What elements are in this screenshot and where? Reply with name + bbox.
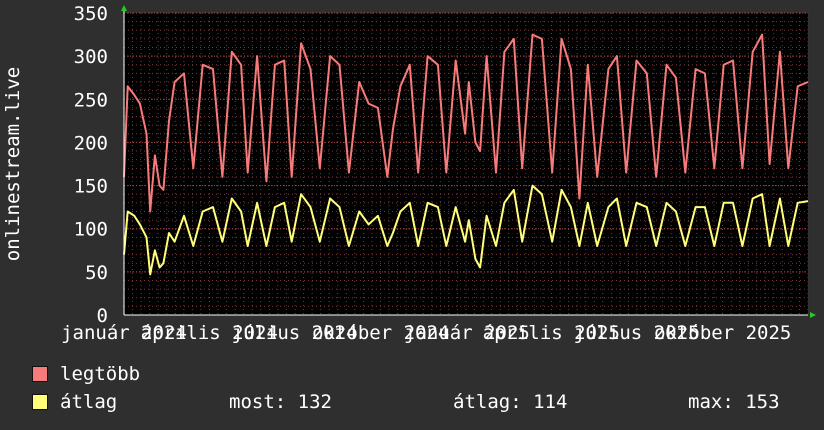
y-tick-label: 200 xyxy=(74,132,108,154)
legend-label-avg: átlag xyxy=(60,391,118,413)
y-tick-label: 150 xyxy=(74,176,108,198)
legend-swatch-max xyxy=(32,366,48,382)
stat-average: átlag: 114 xyxy=(453,391,568,413)
legend-label-max: legtöbb xyxy=(60,363,141,385)
x-tick-label: október 2025 xyxy=(654,322,791,344)
y-tick-label: 50 xyxy=(85,262,108,284)
legend-swatch-avg xyxy=(32,394,48,410)
y-tick-label: 300 xyxy=(74,46,108,68)
y-axis-arrow xyxy=(121,5,127,11)
stat-current: most: 132 xyxy=(229,391,332,413)
chart-container: 0 50 100 150 200 250 300 350 január 2024 április … xyxy=(0,0,824,430)
stat-maximum: max: 153 xyxy=(688,391,780,413)
y-tick-label: 100 xyxy=(74,219,108,241)
y-tick-label: 250 xyxy=(74,89,108,111)
legend-item-avg: átlag most: 132 átlag: 114 max: 153 xyxy=(32,391,812,413)
x-axis-arrow xyxy=(810,312,816,318)
y-axis-label: onlinestream.live xyxy=(2,67,24,261)
chart-svg: 050100150200250300350január 2024április … xyxy=(2,3,816,344)
y-tick-label: 350 xyxy=(74,3,108,25)
